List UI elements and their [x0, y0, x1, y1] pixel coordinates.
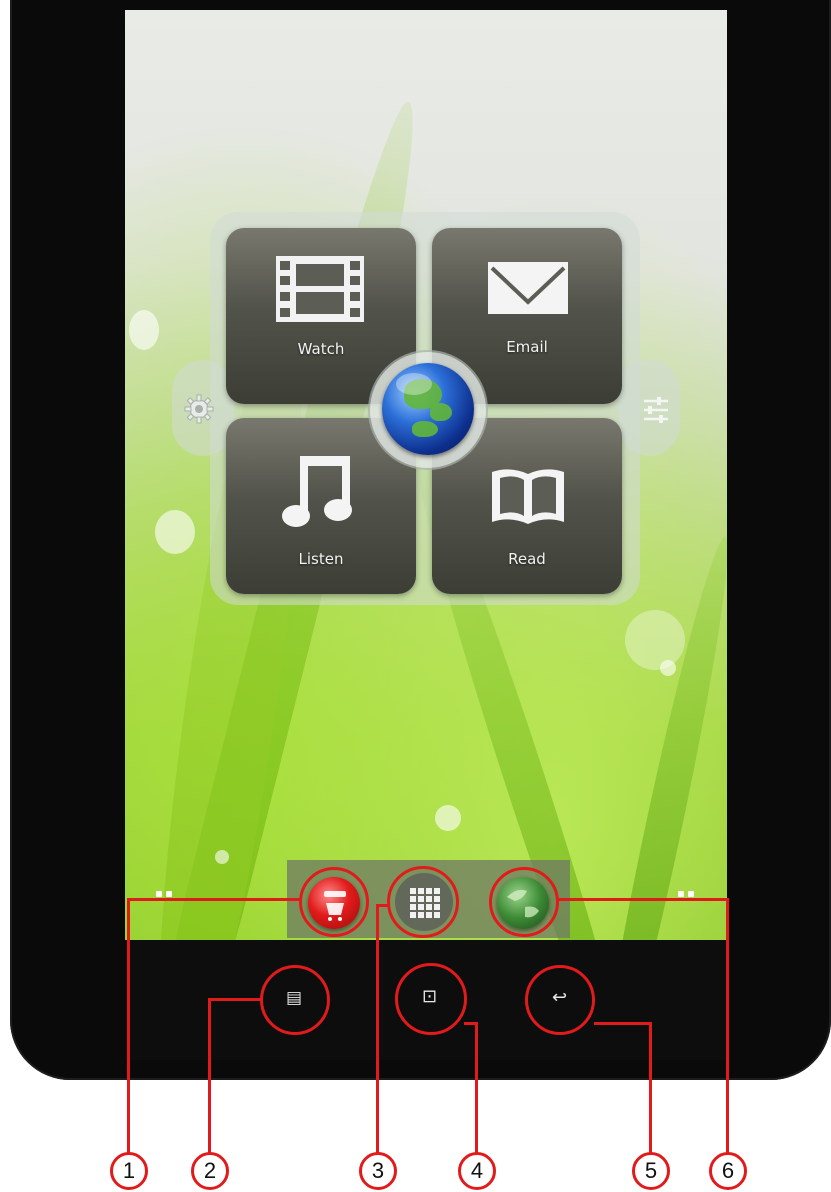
leader-line-5 — [594, 1022, 652, 1025]
sliders-icon[interactable] — [639, 393, 673, 427]
bokeh-light — [625, 610, 685, 670]
callout-ring-4 — [395, 963, 467, 1035]
callout-number-6: 6 — [709, 1152, 747, 1190]
page-indicator-dot — [688, 891, 694, 897]
leader-line-4 — [475, 1022, 478, 1153]
callout-ring-5 — [525, 965, 595, 1035]
leader-line-3 — [376, 904, 379, 1153]
music-note-icon — [282, 452, 354, 536]
leader-line-2 — [208, 998, 262, 1001]
callout-number-5: 5 — [632, 1152, 670, 1190]
gear-icon[interactable] — [183, 393, 215, 425]
callout-ring-1 — [299, 867, 369, 937]
leader-line-6 — [726, 898, 729, 1153]
callout-number-3: 3 — [359, 1152, 397, 1190]
bokeh-light — [660, 660, 676, 676]
callout-ring-6 — [489, 867, 559, 937]
tile-watch-label: Watch — [297, 340, 345, 358]
leader-line-2 — [208, 998, 211, 1153]
page-indicator-dot — [678, 891, 684, 897]
envelope-icon — [488, 262, 568, 318]
tile-listen-label: Listen — [298, 550, 344, 568]
callout-number-2: 2 — [191, 1152, 229, 1190]
bokeh-light — [129, 310, 159, 350]
bokeh-light — [155, 510, 195, 554]
callout-ring-2 — [260, 965, 330, 1035]
page-indicator-dot — [156, 891, 162, 897]
leader-line-6 — [557, 898, 729, 901]
leader-line-1 — [127, 898, 301, 901]
globe-icon[interactable] — [382, 363, 474, 455]
callout-ring-3 — [387, 866, 459, 938]
page-indicator-dot — [166, 891, 172, 897]
bokeh-light — [435, 805, 461, 831]
leader-line-5 — [649, 1022, 652, 1153]
book-icon — [488, 466, 568, 530]
bokeh-light — [215, 850, 229, 864]
callout-number-4: 4 — [458, 1152, 496, 1190]
tile-email-label: Email — [506, 338, 548, 356]
film-icon — [276, 256, 364, 326]
callout-number-1: 1 — [110, 1152, 148, 1190]
leader-line-1 — [127, 898, 130, 1153]
tile-read-label: Read — [508, 550, 546, 568]
